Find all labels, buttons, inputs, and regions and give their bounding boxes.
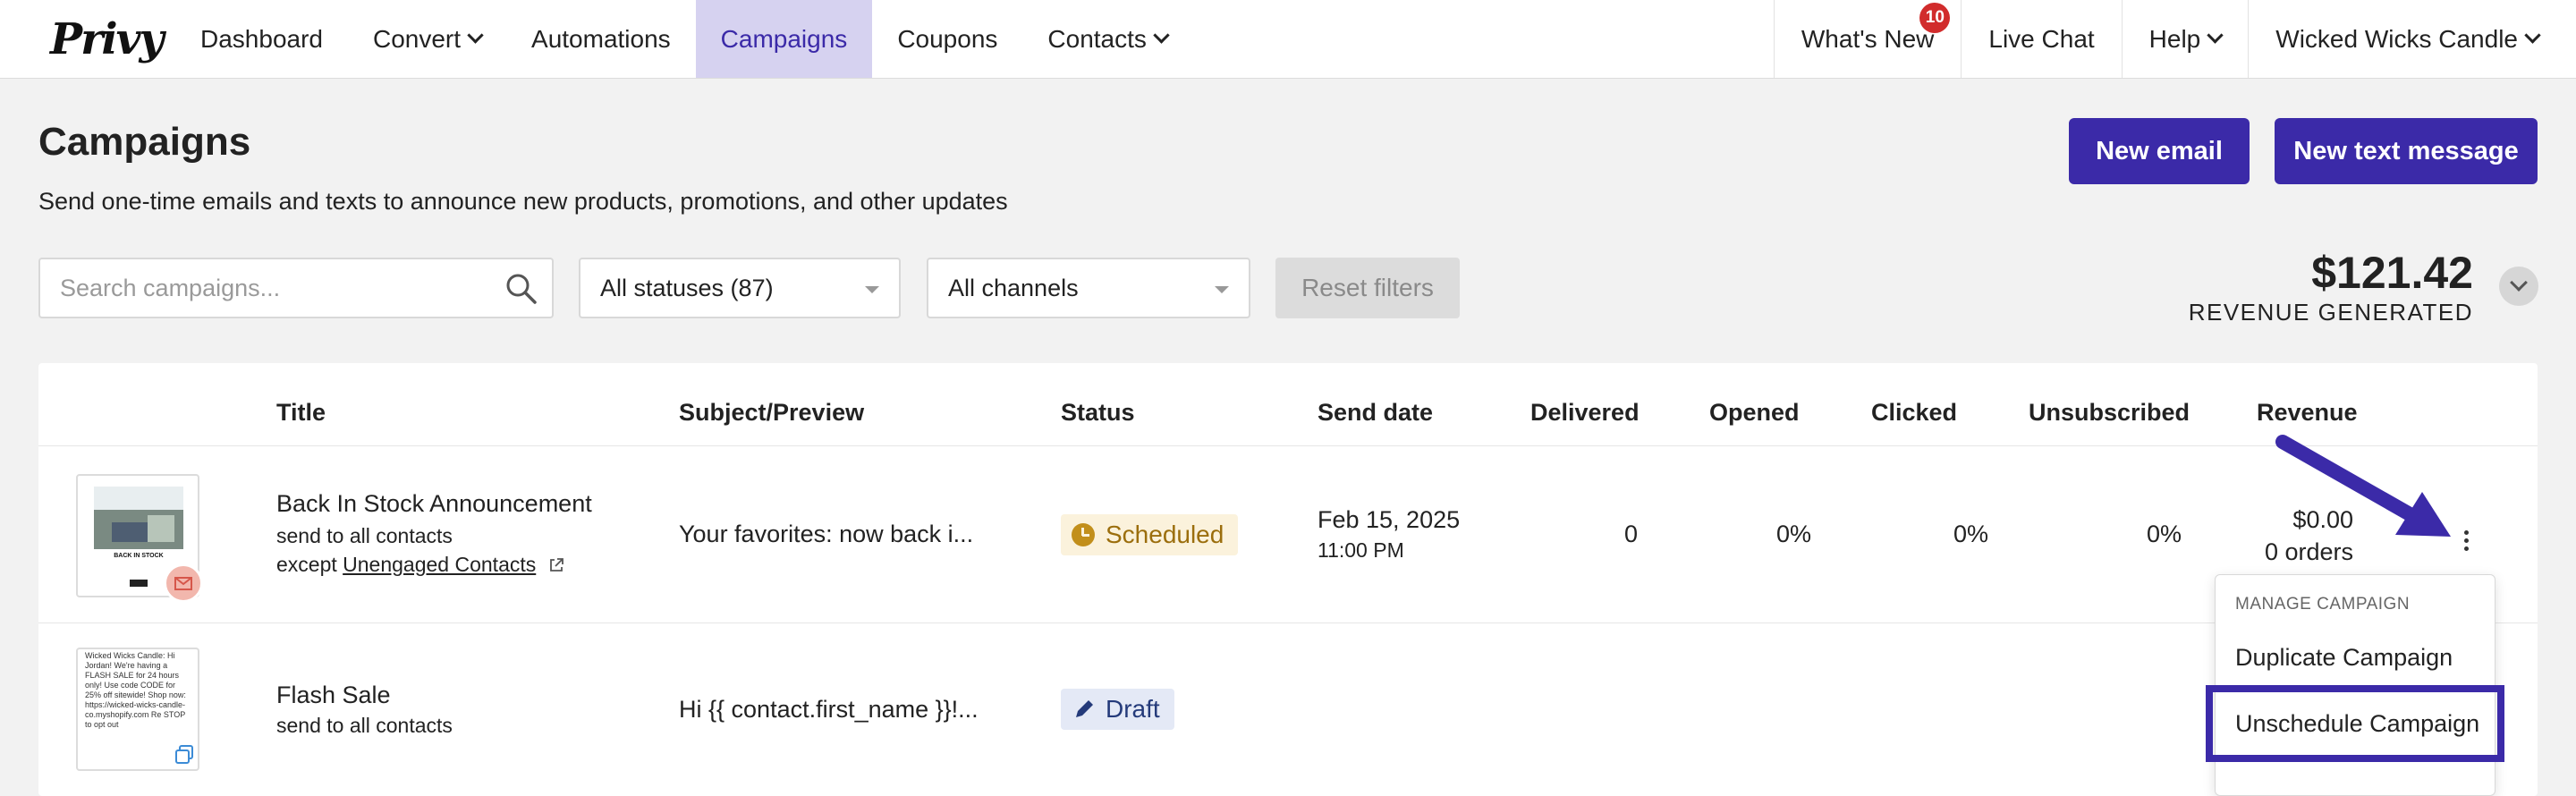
subject-preview: Your favorites: now back i... [679,521,974,547]
audience-line: send to all contacts [276,714,453,738]
nav-contacts-label: Contacts [1047,24,1147,53]
reset-filters-button[interactable]: Reset filters [1275,258,1460,318]
campaign-title[interactable]: Back In Stock Announcement [276,490,592,518]
unsubscribed-rate: 0% [2146,521,2182,547]
thumb-photo [94,510,183,549]
account-name: Wicked Wicks Candle [2275,24,2518,53]
revenue-label: REVENUE GENERATED [2188,299,2473,326]
campaign-title[interactable]: Flash Sale [276,682,391,709]
column-opened: Opened [1709,399,1800,426]
revenue-amount: $121.42 [2311,248,2473,298]
nav-convert-label: Convert [372,24,462,53]
column-revenue: Revenue [2257,399,2358,426]
column-send-date[interactable]: Send date [1318,399,1433,427]
new-text-message-button[interactable]: New text message [2275,118,2538,184]
chevron-down-icon [2524,27,2541,44]
nav-automations[interactable]: Automations [506,0,696,78]
external-link-icon[interactable] [547,556,565,574]
subject-preview: Hi {{ contact.first_name }}!... [679,696,979,723]
status-filter-select[interactable]: All statuses (87) [579,258,901,318]
nav-campaigns[interactable]: Campaigns [695,0,873,78]
status-label: Draft [1106,695,1160,723]
audience-line: send to all contacts [276,524,453,548]
nav-convert[interactable]: Convert [348,0,506,78]
nav-help-label: Help [2148,24,2201,53]
nav-account[interactable]: Wicked Wicks Candle [2248,0,2576,78]
annotation-arrow-icon [2275,435,2451,537]
delivered-count: 0 [1623,521,1638,547]
sms-channel-icon [173,742,198,767]
search-box [38,258,554,318]
caret-down-icon [865,286,879,293]
channel-filter-value: All channels [948,274,1079,301]
nav-right: What's New 10 Live Chat Help Wicked Wick… [1773,0,2576,78]
nav-dashboard[interactable]: Dashboard [175,0,348,78]
send-time: 11:00 PM [1318,538,1404,562]
privy-logo[interactable]: Privy [0,0,175,78]
column-clicked: Clicked [1871,399,1958,426]
column-title[interactable]: Title [276,399,326,427]
whats-new-label: What's New [1801,24,1935,53]
page-title: Campaigns [38,120,251,164]
row-divider [38,622,2538,623]
page-subtitle: Send one-time emails and texts to announ… [38,188,1008,215]
search-input[interactable] [60,274,489,302]
excluded-segment-link[interactable]: Unengaged Contacts [343,553,536,576]
send-to-prefix: send to [276,714,344,737]
email-channel-icon [164,563,203,603]
chevron-down-icon [467,27,484,44]
nav-whats-new[interactable]: What's New 10 [1773,0,1962,78]
status-badge: Scheduled [1061,514,1239,555]
top-nav: Privy Dashboard Convert Automations Camp… [0,0,2576,79]
menu-header: MANAGE CAMPAIGN [2235,595,2411,614]
column-status: Status [1061,399,1135,426]
row-divider [38,445,2538,446]
highlight-box [2206,685,2504,762]
except-prefix: except [276,553,337,576]
chevron-down-icon [2207,27,2224,44]
status-badge: Draft [1061,689,1174,730]
opened-rate: 0% [1775,521,1811,547]
column-subject: Subject/Preview [679,399,865,426]
chevron-down-icon [1153,27,1170,44]
campaigns-table: Title Subject/Preview Status Send date D… [38,363,2538,796]
audience: all contacts [349,524,453,547]
clock-icon [1072,523,1095,546]
send-date: Feb 15, 2025 [1318,506,1461,533]
thumb-header [94,487,183,510]
status-filter-value: All statuses (87) [600,274,774,301]
pencil-icon [1076,700,1093,717]
duplicate-campaign-item[interactable]: Duplicate Campaign [2216,627,2495,688]
caret-down-icon [1215,286,1229,293]
revenue-expand-toggle[interactable] [2499,267,2538,306]
nav-contacts[interactable]: Contacts [1022,0,1192,78]
audience: all contacts [349,714,453,737]
new-email-button[interactable]: New email [2069,118,2250,184]
column-unsubscribed: Unsubscribed [2029,399,2190,426]
nav-live-chat[interactable]: Live Chat [1961,0,2121,78]
search-icon[interactable] [504,271,539,307]
nav-coupons[interactable]: Coupons [872,0,1022,78]
exclusion-line: except Unengaged Contacts [276,553,565,577]
notification-badge: 10 [1919,3,1951,33]
channel-filter-select[interactable]: All channels [927,258,1250,318]
thumb-caption: BACK IN STOCK [114,553,164,559]
clicked-rate: 0% [1953,521,1988,547]
column-delivered: Delivered [1530,399,1640,426]
send-to-prefix: send to [276,524,344,547]
nav-help[interactable]: Help [2121,0,2249,78]
status-label: Scheduled [1106,521,1224,548]
